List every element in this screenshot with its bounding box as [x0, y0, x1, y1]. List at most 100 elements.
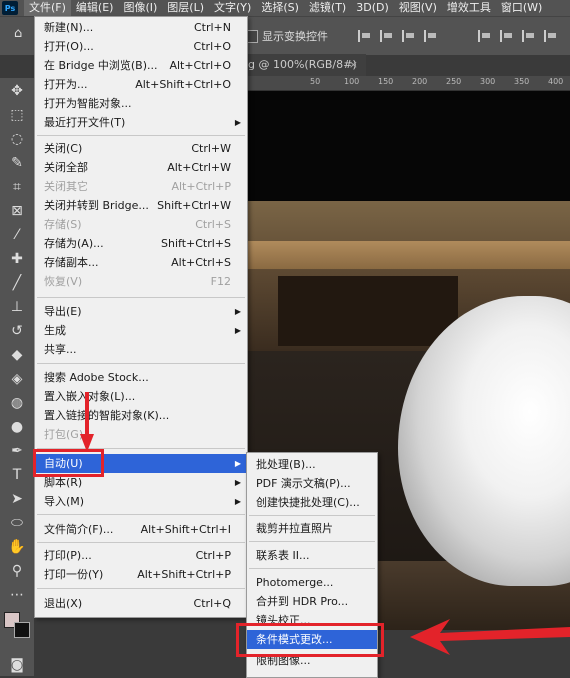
- menu-item-shortcut: F12: [210, 275, 231, 288]
- submenu-arrow-icon: ▶: [234, 326, 241, 335]
- distribute-bottom-icon[interactable]: [522, 30, 536, 42]
- menu-item-shortcut: Shift+Ctrl+W: [157, 199, 231, 212]
- align-hcenter-icon[interactable]: [380, 30, 394, 42]
- path-select-icon[interactable]: ➤: [6, 490, 28, 508]
- document-tab[interactable]: g @ 100%(RGB/8#) ×: [240, 54, 366, 76]
- ruler-tick-label: 50: [310, 77, 321, 86]
- menu-item-close[interactable]: 关闭(C) Ctrl+W: [35, 139, 247, 158]
- history-brush-icon[interactable]: ↺: [6, 322, 28, 340]
- lasso-tool-icon[interactable]: ◌: [6, 130, 28, 148]
- close-tab-icon[interactable]: ×: [349, 54, 358, 76]
- marquee-tool-icon[interactable]: ⬚: [6, 106, 28, 124]
- menu-window[interactable]: 窗口(W): [496, 0, 547, 16]
- menu-type[interactable]: 文字(Y): [209, 0, 256, 16]
- distribute-vcenter-icon[interactable]: [500, 30, 514, 42]
- brush-tool-icon[interactable]: ╱: [6, 274, 28, 292]
- ruler-tick-label: 400: [548, 77, 564, 86]
- menu-item-photomerge[interactable]: Photomerge...: [247, 573, 377, 592]
- menu-filter[interactable]: 滤镜(T): [304, 0, 351, 16]
- menu-item-label: 批处理(B)...: [256, 458, 316, 471]
- menu-file[interactable]: 文件(F): [24, 0, 71, 16]
- menu-item-save-as[interactable]: 存储为(A)... Shift+Ctrl+S: [35, 234, 247, 253]
- menu-select[interactable]: 选择(S): [256, 0, 304, 16]
- background-color-swatch[interactable]: [14, 622, 30, 638]
- healing-tool-icon[interactable]: ✚: [6, 250, 28, 268]
- menu-item-shortcut: Ctrl+O: [193, 40, 231, 53]
- menu-item-shortcut: Ctrl+Q: [193, 597, 231, 610]
- move-tool-icon[interactable]: ✥: [6, 82, 28, 100]
- stamp-tool-icon[interactable]: ⊥: [6, 298, 28, 316]
- menu-item-export[interactable]: 导出(E) ▶: [35, 302, 247, 321]
- menu-item-exit[interactable]: 退出(X) Ctrl+Q: [35, 594, 247, 613]
- menu-item-shortcut: Alt+Ctrl+S: [171, 256, 231, 269]
- menu-item-save: 存储(S) Ctrl+S: [35, 215, 247, 234]
- menu-item-close-all[interactable]: 关闭全部 Alt+Ctrl+W: [35, 158, 247, 177]
- quick-select-tool-icon[interactable]: ✎: [6, 154, 28, 172]
- menu-item-recent-files[interactable]: 最近打开文件(T) ▶: [35, 113, 247, 132]
- menu-item-new[interactable]: 新建(N)... Ctrl+N: [35, 18, 247, 37]
- menu-layer[interactable]: 图层(L): [162, 0, 209, 16]
- menu-separator: [249, 541, 375, 542]
- submenu-arrow-icon: ▶: [234, 118, 241, 127]
- eyedropper-tool-icon[interactable]: ⁄: [6, 226, 28, 244]
- menu-item-print-one-copy[interactable]: 打印一份(Y) Alt+Shift+Ctrl+P: [35, 565, 247, 584]
- menu-item-browse-bridge[interactable]: 在 Bridge 中浏览(B)... Alt+Ctrl+O: [35, 56, 247, 75]
- menu-edit[interactable]: 编辑(E): [71, 0, 119, 16]
- menu-item-open-as[interactable]: 打开为... Alt+Shift+Ctrl+O: [35, 75, 247, 94]
- photo-dark-panel: [278, 276, 458, 346]
- menu-item-label: 共享...: [44, 343, 77, 356]
- menu-item-save-copy[interactable]: 存储副本... Alt+Ctrl+S: [35, 253, 247, 272]
- gradient-tool-icon[interactable]: ◈: [6, 370, 28, 388]
- menu-separator: [37, 514, 245, 515]
- blur-tool-icon[interactable]: ◍: [6, 394, 28, 412]
- eraser-tool-icon[interactable]: ◆: [6, 346, 28, 364]
- menu-item-place-embedded[interactable]: 置入嵌入对象(L)...: [35, 387, 247, 406]
- menu-item-merge-hdr[interactable]: 合并到 HDR Pro...: [247, 592, 377, 611]
- ellipse-tool-icon[interactable]: ⬭: [6, 514, 28, 532]
- menu-item-file-info[interactable]: 文件简介(F)... Alt+Shift+Ctrl+I: [35, 520, 247, 539]
- menu-item-search-stock[interactable]: 搜索 Adobe Stock...: [35, 368, 247, 387]
- frame-tool-icon[interactable]: ⊠: [6, 202, 28, 220]
- menu-item-print[interactable]: 打印(P)... Ctrl+P: [35, 546, 247, 565]
- submenu-arrow-icon: ▶: [234, 307, 241, 316]
- quick-mask-icon[interactable]: ◙: [6, 656, 28, 674]
- home-icon[interactable]: ⌂: [14, 27, 28, 41]
- menu-item-label: 导入(M): [44, 495, 85, 508]
- submenu-arrow-icon: ▶: [234, 459, 241, 468]
- menu-image[interactable]: 图像(I): [118, 0, 162, 16]
- dodge-tool-icon[interactable]: ●: [6, 418, 28, 436]
- more-tools-icon[interactable]: ⋯: [6, 586, 28, 604]
- menu-item-crop-straighten[interactable]: 裁剪并拉直照片: [247, 519, 377, 538]
- red-arrow-up-icon: [80, 392, 94, 452]
- horizontal-ruler: 50 100 150 200 250 300 350 400: [248, 76, 570, 91]
- menu-item-batch[interactable]: 批处理(B)...: [247, 455, 377, 474]
- align-top-icon[interactable]: [424, 30, 438, 42]
- distribute-top-icon[interactable]: [478, 30, 492, 42]
- menu-item-place-linked[interactable]: 置入链接的智能对象(K)...: [35, 406, 247, 425]
- menu-item-open-smart-object[interactable]: 打开为智能对象...: [35, 94, 247, 113]
- ruler-tick-label: 350: [514, 77, 530, 86]
- menu-item-contact-sheet[interactable]: 联系表 II...: [247, 546, 377, 565]
- type-tool-icon[interactable]: T: [6, 466, 28, 484]
- menu-item-label: 打开为...: [44, 78, 88, 91]
- menu-3d[interactable]: 3D(D): [351, 0, 394, 16]
- menu-item-create-droplet[interactable]: 创建快捷批处理(C)...: [247, 493, 377, 512]
- zoom-tool-icon[interactable]: ⚲: [6, 562, 28, 580]
- menu-item-label: PDF 演示文稿(P)...: [256, 477, 351, 490]
- align-left-icon[interactable]: [358, 30, 372, 42]
- menu-item-shortcut: Alt+Ctrl+W: [167, 161, 231, 174]
- menu-item-import[interactable]: 导入(M) ▶: [35, 492, 247, 511]
- menu-item-share[interactable]: 共享...: [35, 340, 247, 359]
- hand-tool-icon[interactable]: ✋: [6, 538, 28, 556]
- menu-plugins[interactable]: 增效工具: [442, 0, 496, 16]
- menu-item-pdf-presentation[interactable]: PDF 演示文稿(P)...: [247, 474, 377, 493]
- menu-item-generate[interactable]: 生成 ▶: [35, 321, 247, 340]
- menu-item-open[interactable]: 打开(O)... Ctrl+O: [35, 37, 247, 56]
- menu-item-close-go-bridge[interactable]: 关闭并转到 Bridge... Shift+Ctrl+W: [35, 196, 247, 215]
- align-right-icon[interactable]: [402, 30, 416, 42]
- distribute-left-icon[interactable]: [544, 30, 558, 42]
- submenu-arrow-icon: ▶: [234, 497, 241, 506]
- pen-tool-icon[interactable]: ✒: [6, 442, 28, 460]
- menu-view[interactable]: 视图(V): [394, 0, 442, 16]
- crop-tool-icon[interactable]: ⌗: [6, 178, 28, 196]
